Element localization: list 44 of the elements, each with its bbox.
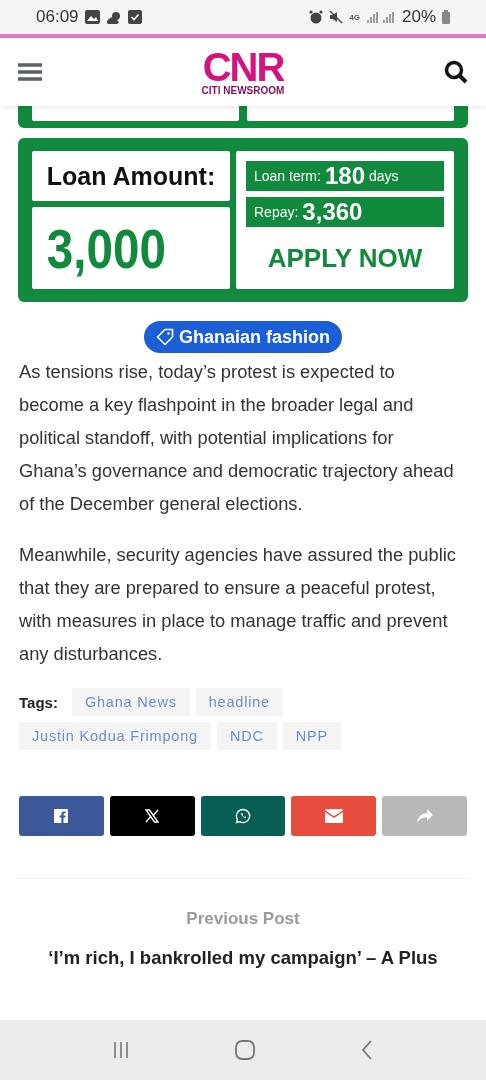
tag-link[interactable]: NPP (282, 722, 341, 750)
battery-level: 20% (401, 7, 436, 27)
battery-icon (442, 10, 450, 24)
ad-banner-edge[interactable] (18, 106, 468, 128)
tag-link[interactable]: NDC (216, 722, 277, 750)
search-icon[interactable] (444, 60, 468, 84)
alarm-icon (309, 10, 324, 24)
image-icon (84, 10, 100, 24)
share-arrow-icon (415, 808, 434, 824)
x-logo-icon (145, 809, 160, 823)
article-paragraph: Meanwhile, security agencies have assured the public that they are prepared to ensure a peaceful protest, with measures in place to manage traffic and prevent any disturbances. (19, 543, 457, 666)
tag-link[interactable]: Justin Kodua Frimpong (19, 722, 211, 750)
apply-now-text: APPLY NOW (266, 241, 424, 275)
facebook-icon (54, 809, 69, 823)
share-button[interactable] (19, 796, 104, 836)
term-value: 180 (324, 162, 365, 190)
previous-post-label: Previous Post (185, 909, 301, 929)
signal-icon (365, 11, 396, 23)
envelope-icon (324, 809, 343, 823)
repay-label: Repay: (254, 204, 299, 220)
term-unit: days (369, 168, 399, 184)
ad-heading: Loan Amount: (32, 151, 230, 201)
status-time: 06:09 (36, 7, 79, 27)
menu-icon[interactable] (18, 62, 42, 82)
term-label: Loan term: (254, 168, 321, 184)
loan-amount: 3,000 (46, 215, 167, 281)
category-tag[interactable]: Ghanaian fashion (144, 321, 342, 353)
previous-post-link[interactable]: ‘I’m rich, I bankrolled my campaign’ – A Plus (0, 947, 486, 969)
checkbox-icon (127, 10, 142, 24)
share-button[interactable] (109, 796, 195, 836)
tag-icon (156, 328, 174, 346)
mute-icon (329, 10, 344, 24)
repay-value: 3,360 (302, 198, 363, 226)
article-paragraph: As tensions rise, today’s protest is expected to become a key flashpoint in the broader legal and political standoff, with potential implications for Ghana’s governance and democratic trajectory ahead of the December general elections. (19, 360, 455, 516)
home-icon[interactable] (234, 1039, 256, 1061)
share-button[interactable] (200, 796, 286, 836)
tag-link[interactable]: Ghana News (71, 688, 190, 716)
network-type: 4G (349, 12, 360, 22)
logo-subtitle: CITI NEWSROOM (201, 84, 285, 96)
logo[interactable]: CNR (202, 48, 284, 85)
loan-ad-banner[interactable]: Loan Amount: 3,000 Loan term: 180 days Repay: 3,360 APPLY NOW (18, 138, 468, 302)
tag-link[interactable]: headline (195, 688, 283, 716)
whatsapp-icon (235, 808, 251, 824)
tags-label: Tags: (19, 693, 58, 711)
